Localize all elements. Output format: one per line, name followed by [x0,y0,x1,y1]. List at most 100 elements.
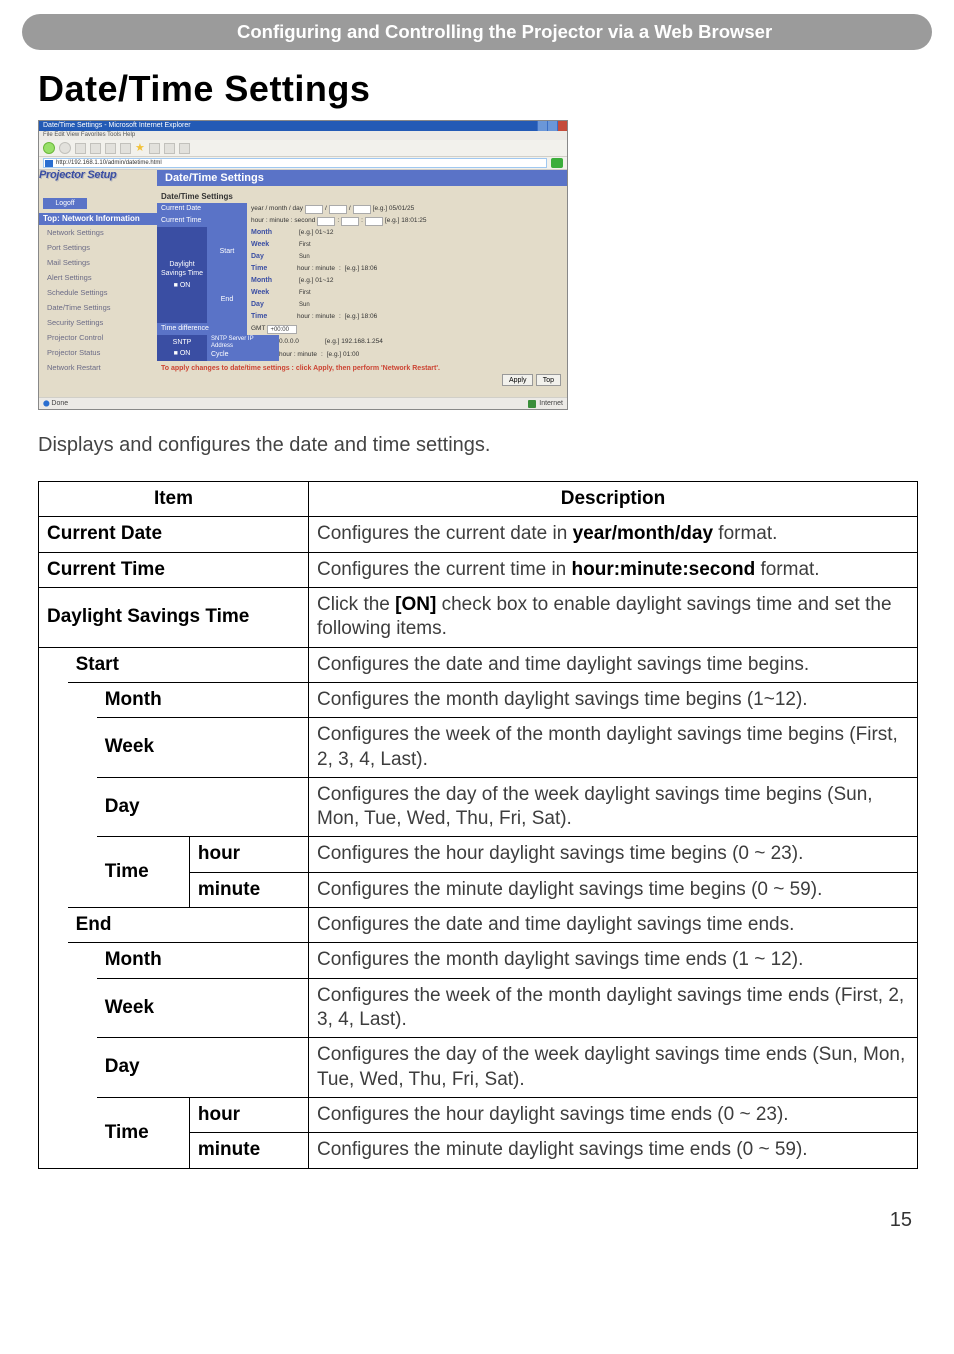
globe-icon [528,400,536,408]
cell-start-hour-label: hour [189,837,308,872]
mail-icon[interactable] [164,143,175,154]
address-input[interactable]: http://192.168.1.10/admin/datetime.html [43,158,547,168]
sidebar-header: Top: Network Information [39,213,157,225]
top-button[interactable]: Top [536,374,561,386]
sntp-on-checkbox[interactable]: ON [180,350,191,357]
cell-start-minute-label: minute [189,872,308,907]
back-icon[interactable] [43,142,55,154]
search-icon[interactable] [120,143,131,154]
cell-current-time-label: Current Time [39,552,309,587]
sntp-vlabel: SNTP ■ ON [157,335,207,361]
window-title: Date/Time Settings - Microsoft Internet … [43,122,191,129]
indent-start [68,682,97,907]
sidebar-item-projector-status[interactable]: Projector Status [39,345,157,360]
cell-start-time-label: Time [97,837,190,908]
sidebar-item-port-settings[interactable]: Port Settings [39,240,157,255]
row-dst: Daylight Savings Time Click the [ON] che… [39,587,918,647]
sidebar-item-alert-settings[interactable]: Alert Settings [39,270,157,285]
row-end-month: Month Configures the month daylight savi… [39,943,918,978]
main-title: Date/Time Settings [157,170,567,186]
hour-input[interactable] [317,217,335,226]
row-timediff: Time difference GMT+00:00 [157,323,567,335]
cell-end-week-label: Week [97,978,309,1038]
val-current-date-label: year / month / day [251,203,303,215]
row-current-date: Current Date year / month / day // [e.g.… [157,203,567,215]
dst-on-checkbox[interactable]: ON [180,282,191,289]
close-icon[interactable] [557,121,567,131]
cell-dst-desc: Click the [ON] check box to enable dayli… [309,587,918,647]
cell-end-month-desc: Configures the month daylight savings ti… [309,943,918,978]
dst-start-label: Start [207,227,247,275]
dst-start-time-val: hour : minute [297,263,335,275]
logoff-button[interactable]: Logoff [43,198,87,209]
dst-group: Daylight Savings Time ■ ON Start Month[e… [157,227,567,323]
main-panel: Date/Time Settings Date/Time Settings Cu… [157,170,567,408]
browser-screenshot: Date/Time Settings - Microsoft Internet … [38,120,568,410]
stop-icon[interactable] [75,143,86,154]
sidebar-item-projector-control[interactable]: Projector Control [39,330,157,345]
cell-end-time-label: Time [97,1097,190,1168]
print-icon[interactable] [179,143,190,154]
sidebar-item-schedule-settings[interactable]: Schedule Settings [39,285,157,300]
label-current-time: Current Time [157,215,247,227]
dst-start-time-lab: Time [247,263,297,275]
cell-start-label: Start [68,647,309,682]
chapter-header: Configuring and Controlling the Projecto… [22,14,932,50]
day-input[interactable] [353,205,371,214]
projector-setup-label: Projector Setup [39,169,116,181]
sntp-server-input[interactable]: 0.0.0.0 [279,336,323,348]
row-end-hour: Time hour Configures the hour daylight s… [39,1097,918,1132]
cell-end-week-desc: Configures the week of the month dayligh… [309,978,918,1038]
page-title: Date/Time Settings [38,68,954,110]
cell-end-day-label: Day [97,1038,309,1098]
cell-start-week-label: Week [97,718,309,778]
sidebar-item-security-settings[interactable]: Security Settings [39,315,157,330]
second-input[interactable] [365,217,383,226]
status-done: Done [43,400,68,407]
timediff-gmt: GMT [251,323,265,335]
dst-start-week-select[interactable]: First [297,241,311,250]
minimize-icon[interactable] [537,121,547,131]
dst-start-month-eg: [e.g.] 01~12 [299,227,334,239]
dst-end-day-select[interactable]: Sun [297,301,310,310]
forward-icon[interactable] [59,142,71,154]
sidebar-item-mail-settings[interactable]: Mail Settings [39,255,157,270]
row-current-time: Current Time hour : minute : second :: [… [157,215,567,227]
history-icon[interactable] [149,143,160,154]
go-button[interactable] [551,158,563,168]
cell-end-label: End [68,908,309,943]
row-end: End Configures the date and time dayligh… [39,908,918,943]
th-desc: Description [309,482,918,517]
dst-vlabel: Daylight Savings Time ■ ON [157,227,207,323]
cell-end-month-label: Month [97,943,309,978]
maximize-icon[interactable] [547,121,557,131]
home-icon[interactable] [105,143,116,154]
sidebar: Projector Setup Logoff Top: Network Info… [39,170,157,408]
row-start-month: Month Configures the month daylight savi… [39,682,918,717]
sidebar-item-network-restart[interactable]: Network Restart [39,360,157,375]
cell-end-minute-label: minute [189,1133,308,1168]
dst-start-day-select[interactable]: Sun [297,253,310,262]
favorites-icon[interactable]: ★ [135,143,145,154]
dst-vlabel-text: Daylight Savings Time [157,260,207,278]
dst-end-week-lab: Week [247,287,297,299]
dst-end-time-eg: [e.g.] 18:06 [345,311,378,323]
dst-end-week-select[interactable]: First [297,289,311,298]
cell-start-hour-desc: Configures the hour daylight savings tim… [309,837,918,872]
sidebar-item-date-time-settings[interactable]: Date/Time Settings [39,300,157,315]
apply-button[interactable]: Apply [502,374,534,386]
timediff-select[interactable]: +00:00 [267,325,297,334]
cell-start-month-label: Month [97,682,309,717]
minute-input[interactable] [341,217,359,226]
dst-start-day-lab: Day [247,251,297,263]
sntp-cycle-val: hour : minute [279,349,317,361]
row-end-week: Week Configures the week of the month da… [39,978,918,1038]
refresh-icon[interactable] [90,143,101,154]
sntp-cycle-eg: [e.g.] 01:00 [327,349,360,361]
year-input[interactable] [305,205,323,214]
browser-menubar[interactable]: File Edit View Favorites Tools Help [39,131,567,140]
month-input[interactable] [329,205,347,214]
indent-end [68,943,97,1168]
row-start: Start Configures the date and time dayli… [39,647,918,682]
sidebar-item-network-settings[interactable]: Network Settings [39,225,157,240]
